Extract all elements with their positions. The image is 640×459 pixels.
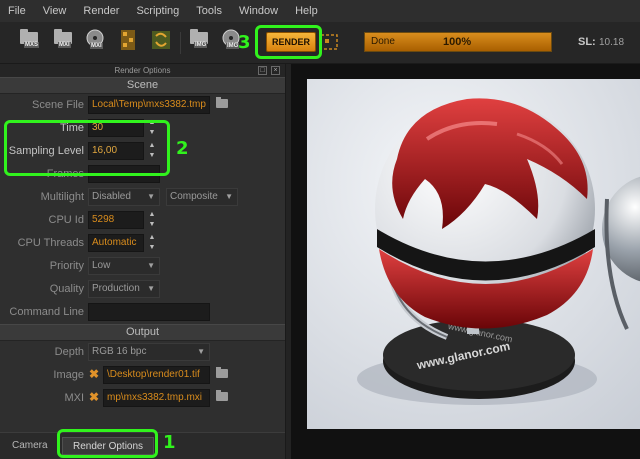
refresh-button[interactable]: [150, 28, 174, 54]
multilight-mode-dropdown[interactable]: Composite ▼: [166, 188, 238, 206]
film-icon: [121, 30, 135, 50]
mxi-label: MXI: [64, 392, 84, 404]
quality-label: Quality: [49, 283, 84, 295]
sl-label: SL:: [578, 36, 596, 48]
scene-file-row: Scene File Local\Temp\mxs3382.tmp: [0, 94, 285, 117]
frames-field[interactable]: [88, 165, 160, 183]
mxi-path-field[interactable]: mp\mxs3382.tmp.mxi: [103, 389, 210, 407]
depth-row: Depth RGB 16 bpc ▼: [0, 341, 285, 364]
command-line-field[interactable]: [88, 303, 210, 321]
browse-folder-icon[interactable]: [216, 367, 228, 378]
cpu-id-label: CPU Id: [48, 214, 84, 226]
cpu-threads-field[interactable]: Automatic: [88, 234, 144, 252]
save-mxi-button[interactable]: MXI: [84, 28, 108, 54]
sl-value: 10.18: [599, 37, 625, 48]
chevron-down-icon: ▼: [147, 261, 155, 270]
sampling-level-field[interactable]: 16,00: [88, 142, 144, 160]
render-button[interactable]: RENDER: [266, 32, 316, 52]
chevron-down-icon: ▼: [197, 347, 205, 356]
time-row: Time 30 ▲ ▼: [0, 117, 285, 140]
command-line-row: Command Line: [0, 301, 285, 324]
chevron-down-icon: ▼: [225, 192, 233, 201]
quality-row: Quality Production ▼: [0, 278, 285, 301]
depth-dropdown[interactable]: RGB 16 bpc ▼: [88, 343, 210, 361]
render-region-icon[interactable]: [320, 34, 338, 50]
progress-value: 100%: [443, 36, 472, 48]
cpu-id-field[interactable]: 5298: [88, 211, 144, 229]
panel-title: Render Options □ ×: [0, 64, 285, 77]
command-line-label: Command Line: [9, 306, 84, 318]
menu-file[interactable]: File: [8, 5, 26, 17]
multilight-row: Multilight Disabled ▼ Composite ▼: [0, 186, 285, 209]
cpu-threads-label: CPU Threads: [17, 237, 84, 249]
sampling-level-stepper[interactable]: ▲ ▼: [146, 142, 158, 160]
time-field[interactable]: 30: [88, 119, 144, 137]
cpu-id-stepper[interactable]: ▲ ▼: [146, 211, 158, 229]
chevron-down-icon: ▼: [147, 284, 155, 293]
panel-tabs: Camera Render Options: [0, 432, 285, 459]
browse-folder-icon[interactable]: [216, 390, 228, 401]
menu-render[interactable]: Render: [83, 5, 119, 17]
menu-view[interactable]: View: [43, 5, 67, 17]
multilight-label: Multilight: [40, 191, 84, 203]
clear-mxi-icon[interactable]: ✖: [89, 391, 99, 403]
menu-bar: File View Render Scripting Tools Window …: [0, 0, 640, 22]
quality-dropdown[interactable]: Production ▼: [88, 280, 160, 298]
time-stepper[interactable]: ▲ ▼: [146, 119, 158, 137]
render-viewport[interactable]: www.glanor.com www.glanor.com: [307, 79, 640, 429]
time-label: Time: [59, 122, 84, 134]
progress-label: Done: [371, 36, 395, 47]
close-panel-icon[interactable]: ×: [271, 66, 280, 75]
render-options-panel: Render Options □ × Scene Scene File Loca…: [0, 64, 285, 439]
annotation-3: 3: [238, 32, 251, 53]
menu-tools[interactable]: Tools: [196, 5, 222, 17]
sampling-level-row: Sampling Level 16,00 ▲ ▼: [0, 140, 285, 163]
depth-label: Depth: [54, 346, 84, 358]
image-path-field[interactable]: \Desktop\render01.tif: [103, 366, 210, 384]
float-panel-icon[interactable]: □: [258, 66, 267, 75]
frames-label: Frames: [46, 168, 84, 180]
render-image: www.glanor.com www.glanor.com: [307, 79, 640, 429]
menu-help[interactable]: Help: [295, 5, 318, 17]
output-section-header[interactable]: Output: [0, 324, 285, 341]
cpu-threads-row: CPU Threads Automatic ▲ ▼: [0, 232, 285, 255]
priority-dropdown[interactable]: Low ▼: [88, 257, 160, 275]
cpu-id-row: CPU Id 5298 ▲ ▼: [0, 209, 285, 232]
cycle-icon: [152, 31, 170, 49]
clear-image-icon[interactable]: ✖: [89, 368, 99, 380]
mxi-row: MXI ✖ mp\mxs3382.tmp.mxi: [0, 387, 285, 410]
scene-file-field[interactable]: Local\Temp\mxs3382.tmp: [88, 96, 210, 114]
browse-folder-icon[interactable]: [216, 97, 228, 108]
image-label: Image: [53, 369, 84, 381]
sampling-level-label: Sampling Level: [8, 145, 84, 157]
chevron-down-icon: ▼: [147, 192, 155, 201]
scene-file-label: Scene File: [32, 99, 84, 111]
render-progress-bar: Done 100%: [364, 32, 552, 52]
tab-camera[interactable]: Camera: [2, 437, 58, 455]
frames-row: Frames: [0, 163, 285, 186]
open-mxi-button[interactable]: MXI: [52, 28, 76, 54]
tab-render-options[interactable]: Render Options: [62, 437, 155, 455]
priority-label: Priority: [49, 260, 84, 272]
multilight-dropdown[interactable]: Disabled ▼: [88, 188, 160, 206]
scene-section-header[interactable]: Scene: [0, 77, 285, 94]
annotation-1: 1: [163, 432, 176, 453]
menu-window[interactable]: Window: [239, 5, 278, 17]
priority-row: Priority Low ▼: [0, 255, 285, 278]
sequence-button[interactable]: [118, 28, 142, 54]
annotation-2: 2: [176, 138, 189, 159]
open-mxs-button[interactable]: MXS: [18, 28, 42, 54]
menu-scripting[interactable]: Scripting: [136, 5, 179, 17]
cpu-threads-stepper[interactable]: ▲ ▼: [146, 234, 158, 252]
open-image-button[interactable]: IMG: [188, 28, 212, 54]
image-row: Image ✖ \Desktop\render01.tif: [0, 364, 285, 387]
